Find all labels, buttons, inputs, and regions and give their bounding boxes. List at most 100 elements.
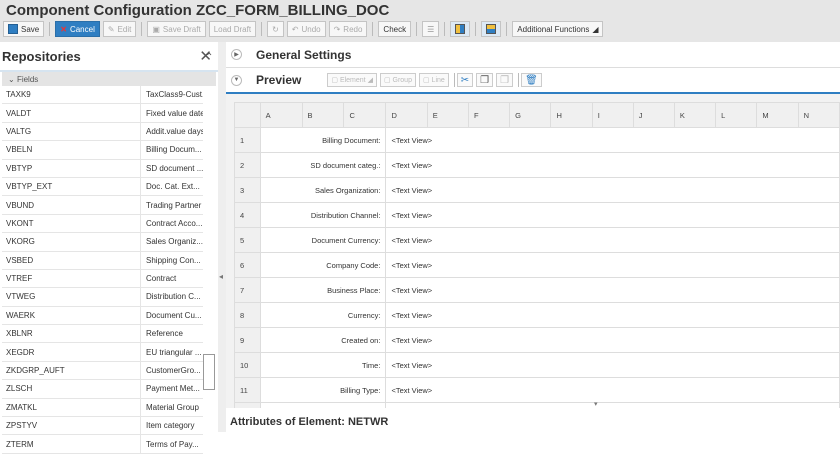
- field-row[interactable]: ZTERM Terms of Pay...: [2, 435, 203, 454]
- field-label-cell[interactable]: Company Code:: [259, 252, 387, 278]
- row-header[interactable]: 12: [234, 402, 261, 408]
- field-row[interactable]: XEGDR EU triangular ...: [2, 343, 203, 362]
- field-row[interactable]: VTREF Contract: [2, 269, 203, 289]
- panel-splitter[interactable]: ◂: [218, 42, 226, 432]
- row-header[interactable]: 6: [234, 252, 261, 278]
- row-header[interactable]: 3: [234, 177, 261, 203]
- field-label-cell[interactable]: Time:: [259, 352, 387, 378]
- field-row[interactable]: VBELN Billing Docum...: [2, 141, 203, 160]
- field-row[interactable]: TAXK9 TaxClass9-Cust.: [2, 86, 203, 105]
- layout-single-button[interactable]: ☰: [422, 21, 440, 37]
- field-label-cell[interactable]: Billing Document:: [259, 127, 387, 153]
- scroll-up-icon[interactable]: ⌃: [205, 52, 213, 63]
- expand-icon[interactable]: ▶: [231, 49, 242, 60]
- add-line-button[interactable]: ▢ Line: [418, 73, 449, 87]
- text-view-cell[interactable]: <Text View>: [385, 277, 840, 303]
- field-label-cell[interactable]: Distribution Channel:: [259, 202, 387, 228]
- scroll-down-icon[interactable]: ▾: [594, 400, 598, 408]
- row-header[interactable]: 4: [234, 202, 261, 228]
- edit-button[interactable]: ✎ Edit: [102, 21, 137, 37]
- text-view-cell[interactable]: <Text View>: [385, 252, 840, 278]
- save-button[interactable]: Save: [3, 21, 45, 37]
- text-view-cell[interactable]: <Text View>: [385, 127, 840, 153]
- collapse-left-icon[interactable]: ◂: [219, 272, 223, 281]
- cut-button[interactable]: ✂: [456, 73, 474, 87]
- text-view-cell[interactable]: <Text View>: [385, 152, 840, 178]
- field-label-cell[interactable]: Incoterms:: [259, 402, 387, 408]
- row-header[interactable]: 9: [234, 327, 261, 353]
- field-row[interactable]: WAERK Document Cu...: [2, 306, 203, 326]
- layout-columns-button[interactable]: [450, 21, 471, 37]
- field-label-cell[interactable]: Created on:: [259, 327, 387, 353]
- save-draft-button[interactable]: ▣ Save Draft: [147, 21, 206, 37]
- column-header[interactable]: M: [756, 102, 799, 128]
- copy-button[interactable]: ❐: [476, 73, 494, 87]
- load-draft-button[interactable]: Load Draft: [208, 21, 257, 37]
- row-header[interactable]: 2: [234, 152, 261, 178]
- row-header[interactable]: 5: [234, 227, 261, 253]
- undo-button[interactable]: ↶ Undo: [286, 21, 326, 37]
- add-group-button[interactable]: ▢ Group: [379, 73, 416, 87]
- field-label-cell[interactable]: Document Currency:: [259, 227, 387, 253]
- text-view-cell[interactable]: <Text View>: [385, 402, 840, 408]
- field-row[interactable]: ZKDGRP_AUFT CustomerGro...: [2, 361, 203, 381]
- text-view-cell[interactable]: <Text View>: [385, 177, 840, 203]
- general-settings-section[interactable]: ▶ General Settings: [226, 42, 840, 68]
- field-row[interactable]: VALTG Addit.value days: [2, 122, 203, 142]
- field-label-cell[interactable]: Billing Type:: [259, 377, 387, 403]
- column-header[interactable]: E: [426, 102, 469, 128]
- column-header[interactable]: C: [343, 102, 387, 128]
- paste-button[interactable]: ❐: [496, 73, 514, 87]
- column-header[interactable]: K: [673, 102, 717, 128]
- field-row[interactable]: VKORG Sales Organiz...: [2, 233, 203, 252]
- column-header[interactable]: F: [467, 102, 511, 128]
- column-header[interactable]: B: [301, 102, 345, 128]
- field-label-cell[interactable]: Currency:: [259, 302, 387, 328]
- cancel-button[interactable]: ✕ Cancel: [55, 21, 100, 37]
- field-label-cell[interactable]: Business Place:: [259, 277, 387, 303]
- check-button[interactable]: Check: [378, 21, 412, 37]
- fields-group-header[interactable]: ⌄ Fields: [2, 72, 216, 86]
- column-header[interactable]: D: [385, 102, 428, 128]
- text-view-cell[interactable]: <Text View>: [385, 327, 840, 353]
- text-view-cell[interactable]: <Text View>: [385, 202, 840, 228]
- scrollbar-thumb[interactable]: [203, 354, 215, 390]
- field-row[interactable]: ZLSCH Payment Met...: [2, 380, 203, 399]
- text-view-cell[interactable]: <Text View>: [385, 377, 840, 403]
- field-row[interactable]: VALDT Fixed value date: [2, 104, 203, 123]
- redo-button[interactable]: ↷ Redo: [328, 21, 368, 37]
- row-header[interactable]: 8: [234, 302, 261, 328]
- add-element-button[interactable]: ▢ Element ◢: [327, 73, 377, 87]
- column-header[interactable]: G: [509, 102, 552, 128]
- additional-functions-button[interactable]: Additional Functions ◢: [512, 21, 604, 37]
- text-view-cell[interactable]: <Text View>: [385, 352, 840, 378]
- column-header[interactable]: H: [550, 102, 593, 128]
- field-row[interactable]: VBTYP SD document ...: [2, 159, 203, 178]
- field-row[interactable]: VBUND Trading Partner: [2, 196, 203, 215]
- layout-split-button[interactable]: [481, 21, 502, 37]
- row-header[interactable]: 1: [234, 127, 261, 153]
- text-view-cell[interactable]: <Text View>: [385, 302, 840, 328]
- field-row[interactable]: ZMATKL Material Group: [2, 398, 203, 418]
- row-header[interactable]: 7: [234, 277, 261, 303]
- delete-button[interactable]: 🗑: [521, 73, 542, 87]
- field-row[interactable]: XBLNR Reference: [2, 325, 203, 344]
- field-row[interactable]: VKONT Contract Acco...: [2, 214, 203, 234]
- column-header[interactable]: J: [632, 102, 675, 128]
- field-row[interactable]: VTWEG Distribution C...: [2, 288, 203, 307]
- column-header[interactable]: A: [259, 102, 303, 128]
- field-label-cell[interactable]: SD document categ.:: [259, 152, 387, 178]
- row-header[interactable]: 11: [234, 377, 261, 403]
- column-header[interactable]: I: [591, 102, 634, 128]
- field-row[interactable]: VSBED Shipping Con...: [2, 251, 203, 270]
- field-row[interactable]: ZPSTYV Item category: [2, 417, 203, 436]
- field-row[interactable]: VBTYP_EXT Doc. Cat. Ext...: [2, 177, 203, 197]
- field-label-cell[interactable]: Sales Organization:: [259, 177, 387, 203]
- row-header[interactable]: 10: [234, 352, 261, 378]
- refresh-button[interactable]: ↻: [267, 21, 284, 37]
- column-header[interactable]: L: [715, 102, 758, 128]
- collapse-icon[interactable]: ▼: [231, 74, 242, 86]
- column-header[interactable]: N: [797, 102, 840, 128]
- text-view-cell[interactable]: <Text View>: [385, 227, 840, 253]
- scrollbar[interactable]: ⌃: [203, 52, 216, 390]
